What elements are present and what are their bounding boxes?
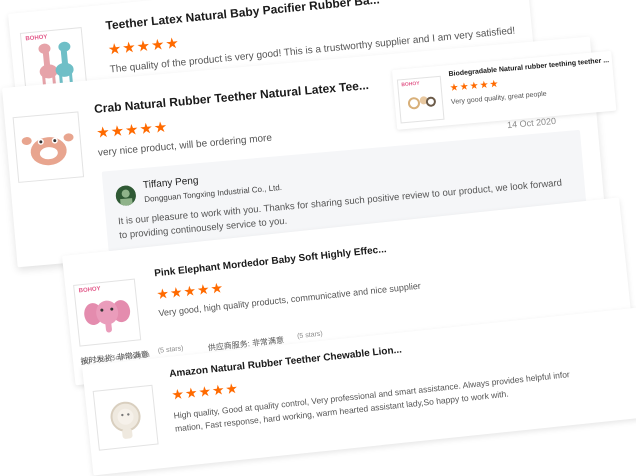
rating-stars: ★★★★★ bbox=[107, 34, 181, 59]
teether-set-icon bbox=[407, 96, 436, 110]
rating-stars: ★★★★★ bbox=[155, 279, 225, 303]
rating-stars: ★★★★★ bbox=[95, 118, 170, 142]
elephant-teether-icon bbox=[84, 300, 131, 333]
avatar bbox=[115, 184, 137, 207]
product-thumbnail[interactable]: BOHOY bbox=[396, 75, 445, 124]
rating-stars: ★★★★★ bbox=[170, 379, 240, 403]
product-thumbnail[interactable]: BOHOY bbox=[73, 278, 142, 347]
product-title[interactable]: Crab Natural Rubber Teether Natural Late… bbox=[94, 78, 370, 116]
review-comment: Very good quality, great people bbox=[450, 90, 547, 106]
product-thumbnail[interactable] bbox=[12, 111, 85, 183]
rating-stars: ★★★★★ bbox=[449, 78, 500, 95]
crab-teether-icon bbox=[21, 133, 74, 166]
avatar-icon bbox=[115, 184, 137, 207]
reply-author: Tiffany Peng bbox=[142, 175, 199, 192]
product-thumbnail[interactable] bbox=[92, 384, 159, 451]
product-title[interactable]: Teether Latex Natural Baby Pacifier Rubb… bbox=[105, 0, 380, 33]
lion-teether-icon bbox=[110, 401, 141, 439]
product-title[interactable]: Pink Elephant Mordedor Baby Soft Highly … bbox=[154, 244, 387, 279]
